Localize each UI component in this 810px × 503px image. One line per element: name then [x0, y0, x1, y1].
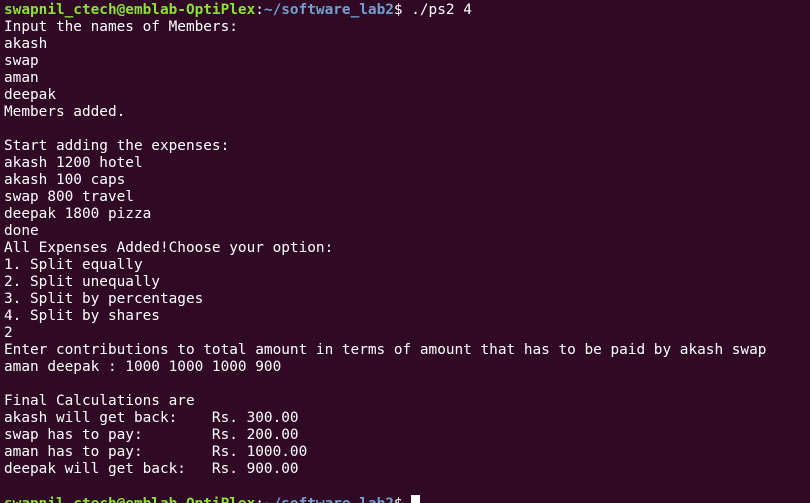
output-line: Enter contributions to total amount in t… — [4, 342, 767, 358]
prompt-symbol: $ — [394, 496, 411, 503]
output-line: aman has to pay: Rs. 1000.00 — [4, 444, 308, 460]
command-line: swapnil_ctech@emblab-OptiPlex:~/software… — [4, 2, 810, 19]
prompt-separator: : — [255, 2, 264, 18]
output-line: swap has to pay: Rs. 200.00 — [4, 427, 299, 443]
prompt-separator: : — [255, 496, 264, 503]
output-line: aman — [4, 70, 39, 86]
output-line: Final Calculations are — [4, 393, 195, 409]
output-line: akash 1200 hotel — [4, 155, 143, 171]
output-line: swap 800 travel — [4, 189, 134, 205]
output-line: akash — [4, 36, 48, 52]
output-line: 3. Split by percentages — [4, 291, 204, 307]
prompt-path: ~/software_lab2 — [263, 2, 394, 18]
text-cursor[interactable] — [411, 495, 421, 503]
output-line: Members added. — [4, 104, 126, 120]
command-text: ./ps2 4 — [411, 2, 472, 18]
output-line: done — [4, 223, 39, 239]
output-line: Input the names of Members: — [4, 19, 238, 35]
output-line: 2 — [4, 325, 13, 341]
output-line: deepak — [4, 87, 56, 103]
output-line: deepak 1800 pizza — [4, 206, 152, 222]
output-line: deepak will get back: Rs. 900.00 — [4, 461, 299, 477]
output-line: akash 100 caps — [4, 172, 126, 188]
prompt-symbol: $ — [393, 2, 412, 18]
output-line: aman deepak : 1000 1000 1000 900 — [4, 359, 282, 375]
terminal-output: Input the names of Members: akash swap aman… — [4, 19, 810, 495]
prompt-user-host: swapnil_ctech@emblab-OptiPlex — [4, 496, 255, 503]
output-line: All Expenses Added!Choose your option: — [4, 240, 334, 256]
prompt-path: ~/software_lab2 — [264, 496, 394, 503]
output-line: Start adding the expenses: — [4, 138, 230, 154]
output-line: 4. Split by shares — [4, 308, 160, 324]
output-line: 2. Split unequally — [4, 274, 160, 290]
output-line: swap — [4, 53, 39, 69]
output-line: akash will get back: Rs. 300.00 — [4, 410, 299, 426]
terminal-window[interactable]: swapnil_ctech@emblab-OptiPlex:~/software… — [0, 0, 810, 503]
prompt-user-host: swapnil_ctech@emblab-OptiPlex — [4, 2, 256, 18]
active-prompt-line[interactable]: swapnil_ctech@emblab-OptiPlex:~/software… — [4, 495, 810, 503]
output-line: 1. Split equally — [4, 257, 143, 273]
